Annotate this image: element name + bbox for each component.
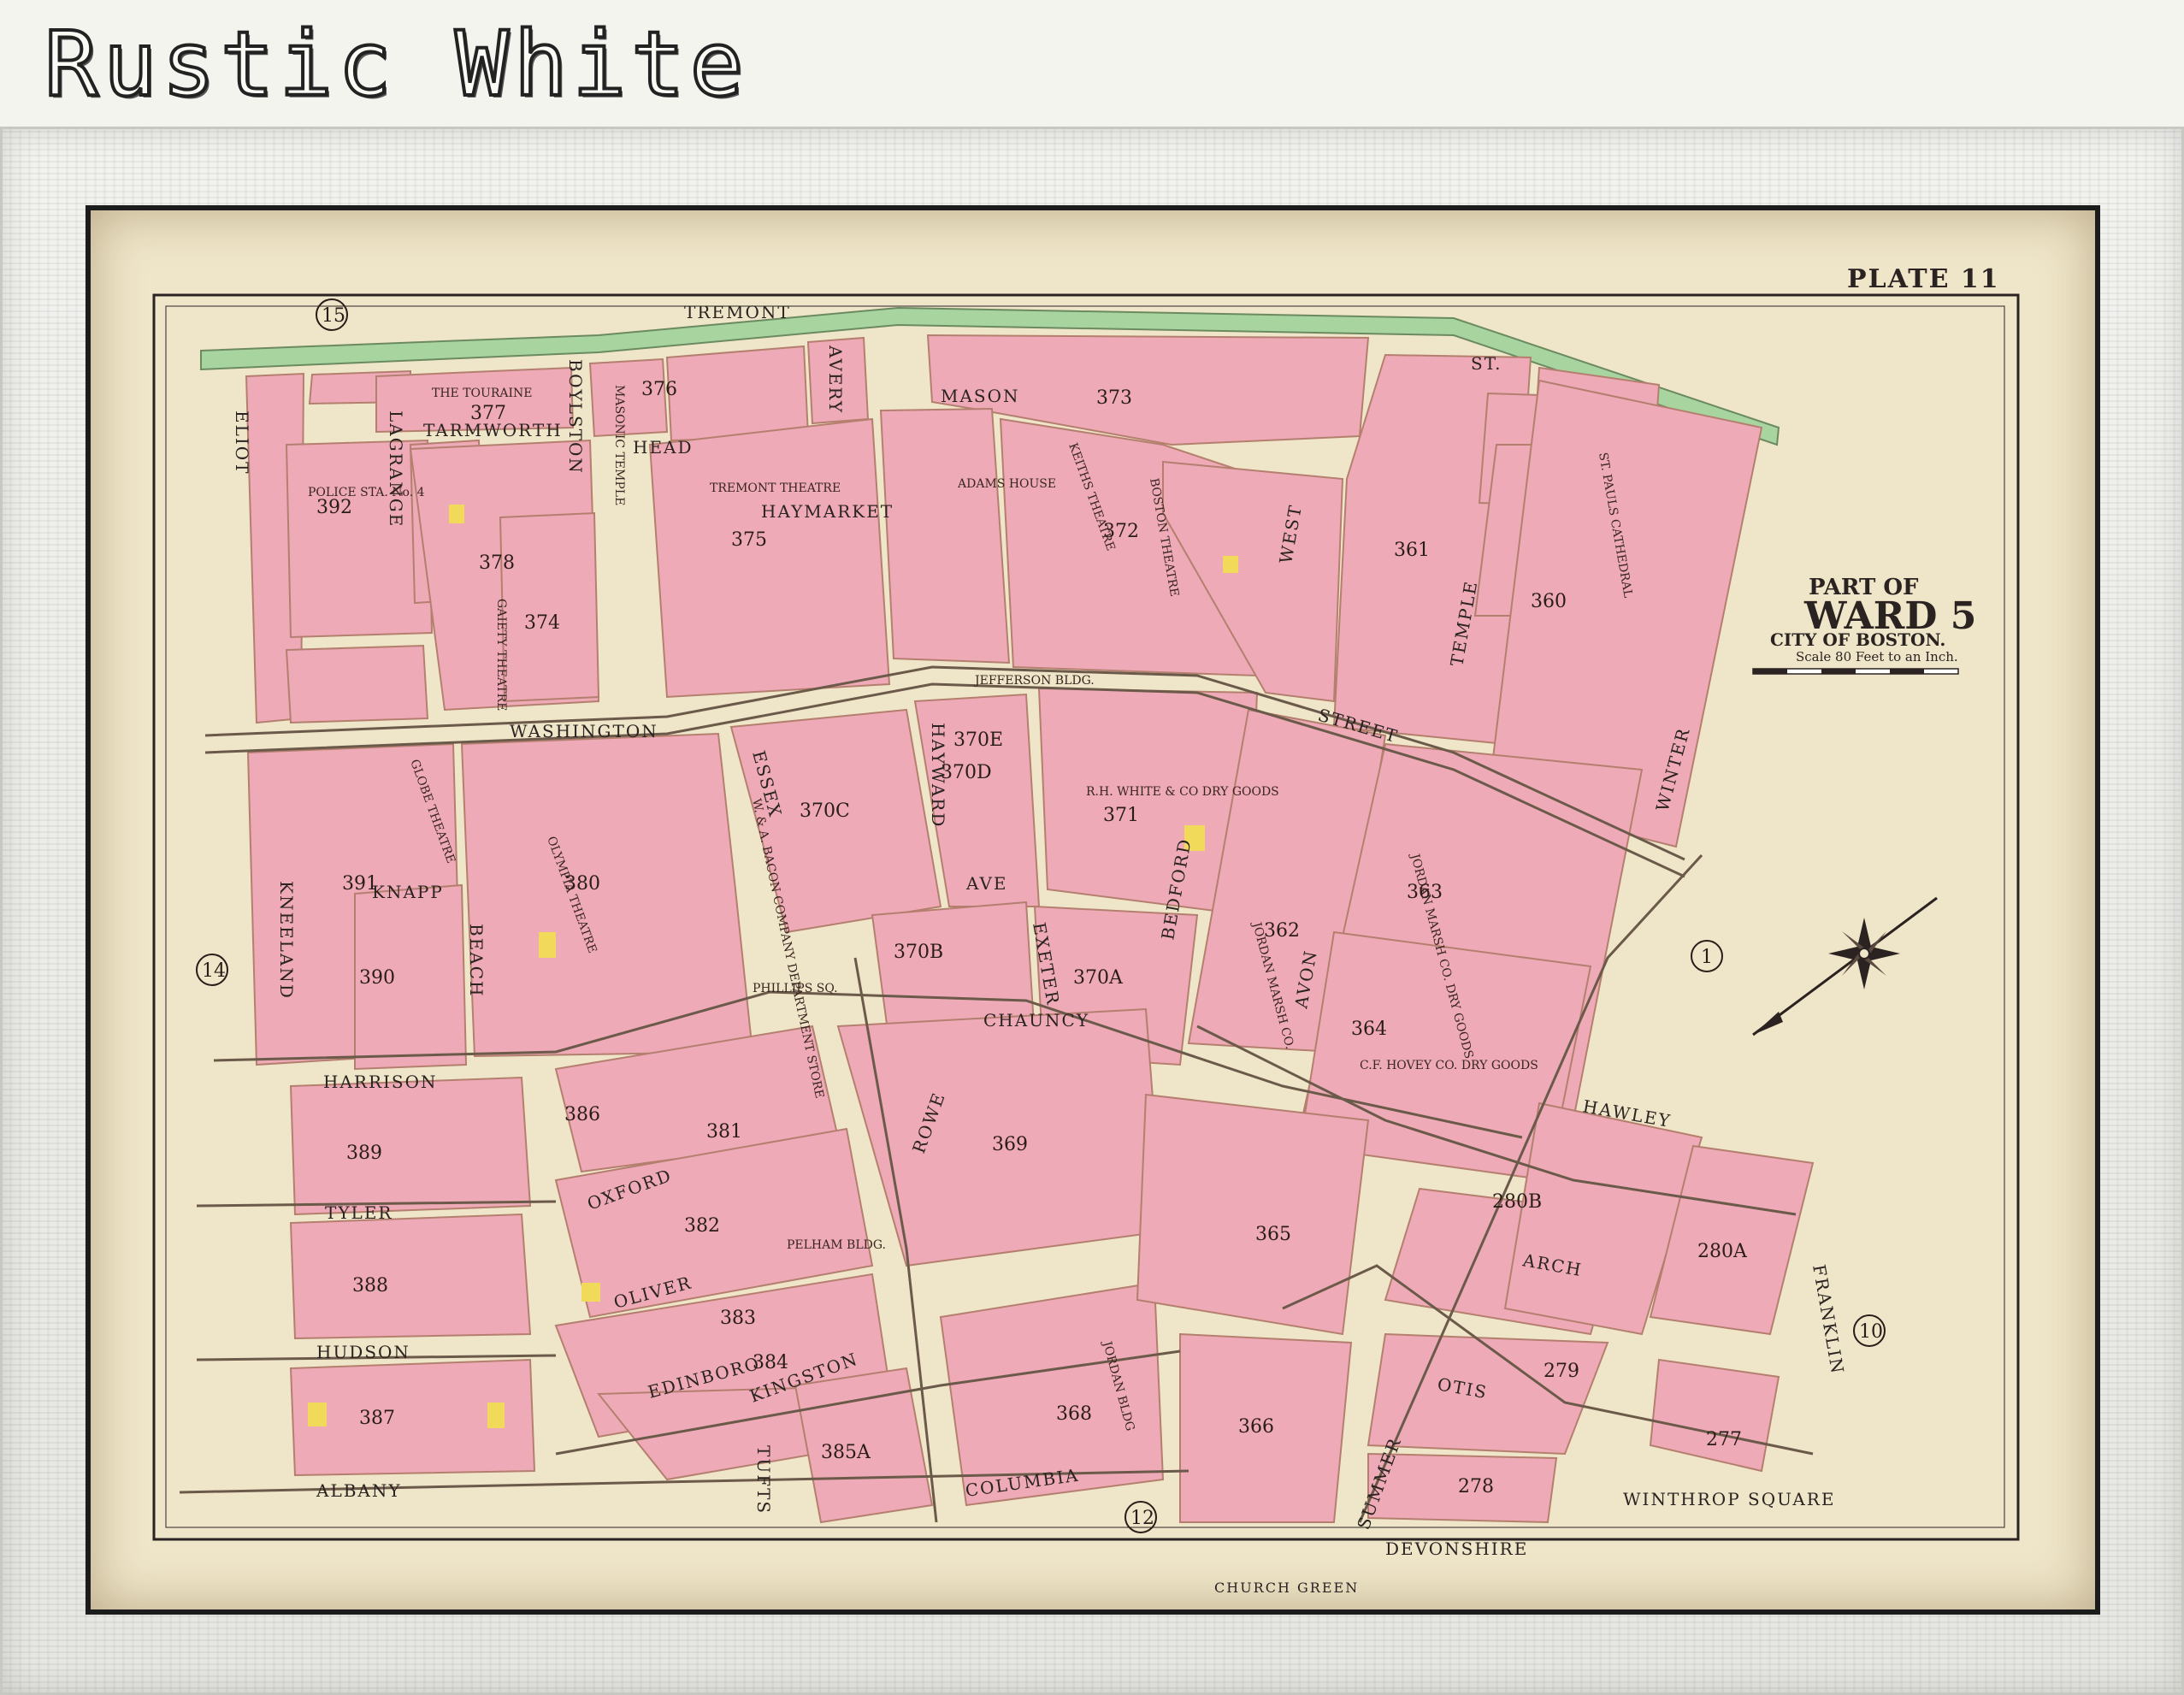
- lot-371: 371: [1103, 805, 1139, 826]
- street-tremont-st: ST.: [1471, 353, 1502, 374]
- lot-370d: 370D: [941, 762, 992, 783]
- bldg-adams-house: ADAMS HOUSE: [957, 477, 1056, 491]
- street-avery: AVERY: [825, 345, 846, 414]
- lot-384: 384: [753, 1352, 788, 1373]
- lot-365: 365: [1255, 1224, 1291, 1245]
- block-374: [499, 511, 600, 703]
- street-eliot: ELIOT: [232, 410, 252, 475]
- lot-380: 380: [564, 873, 600, 895]
- title-city: CITY OF BOSTON.: [1770, 629, 1945, 650]
- street-harrison: HARRISON: [323, 1072, 438, 1092]
- block-279: [1366, 1332, 1609, 1456]
- ward-10: 10: [1859, 1321, 1883, 1343]
- lot-280b: 280B: [1492, 1191, 1542, 1213]
- block-388: [289, 1213, 532, 1340]
- street-kneeland: KNEELAND: [276, 881, 297, 1000]
- bldg-tremont-theatre: TREMONT THEATRE: [710, 481, 841, 495]
- lot-369: 369: [992, 1134, 1028, 1155]
- lot-362: 362: [1264, 920, 1300, 942]
- block-277: [1649, 1358, 1780, 1473]
- lot-389: 389: [346, 1143, 382, 1164]
- lot-381: 381: [706, 1121, 742, 1143]
- lot-370c: 370C: [800, 800, 850, 822]
- ward-12: 12: [1130, 1508, 1154, 1529]
- street-ave: AVE: [965, 873, 1008, 894]
- title-block: PART OF WARD 5 CITY OF BOSTON. Scale 80 …: [1752, 575, 1976, 675]
- lot-370e: 370E: [953, 729, 1003, 751]
- block-365: [1136, 1093, 1370, 1336]
- street-tremont: TREMONT: [684, 302, 791, 322]
- lot-375: 375: [731, 529, 767, 551]
- street-franklin: FRANKLIN: [1809, 1263, 1848, 1377]
- lot-368: 368: [1056, 1403, 1092, 1425]
- lot-278: 278: [1458, 1476, 1494, 1497]
- lot-363: 363: [1407, 882, 1443, 903]
- atlas-map: TREMONT ST. ELIOT LAGRANGE TARMWORTH BOY…: [152, 264, 2020, 1596]
- street-hudson: HUDSON: [316, 1342, 410, 1362]
- street-head: HEAD: [633, 437, 694, 458]
- street-haymarket: HAYMARKET: [761, 501, 894, 522]
- street-devonshire: DEVONSHIRE: [1385, 1538, 1528, 1559]
- ward-15: 15: [322, 305, 345, 327]
- ward-1: 1: [1701, 947, 1713, 968]
- street-lagrange: LAGRANGE: [386, 410, 406, 528]
- bldg-pelham: PELHAM BLDG.: [787, 1238, 886, 1252]
- lot-372: 372: [1103, 521, 1139, 542]
- lot-391: 391: [342, 873, 378, 895]
- lot-378: 378: [479, 552, 515, 574]
- plate-label: PLATE 11: [1847, 264, 2000, 294]
- lot-370a: 370A: [1073, 967, 1124, 989]
- lot-280a: 280A: [1697, 1241, 1748, 1262]
- block-389: [289, 1076, 532, 1216]
- lot-364: 364: [1351, 1019, 1387, 1040]
- street-mason: MASON: [941, 386, 1020, 406]
- street-church-green: CHURCH GREEN: [1214, 1580, 1359, 1596]
- street-tufts: TUFTS: [753, 1445, 774, 1515]
- street-tyler: TYLER: [325, 1202, 393, 1223]
- lot-373: 373: [1096, 387, 1132, 409]
- lot-277: 277: [1706, 1429, 1742, 1450]
- ward-14: 14: [202, 960, 226, 982]
- scale-bar: [1752, 668, 1959, 675]
- lot-385a: 385A: [821, 1442, 871, 1463]
- street-albany: ALBANY: [316, 1480, 402, 1501]
- street-knapp: KNAPP: [372, 882, 444, 902]
- bldg-rh-white: R.H. WHITE & CO DRY GOODS: [1086, 785, 1279, 799]
- block-washington-sw: [285, 644, 429, 724]
- bldg-masonic: MASONIC TEMPLE: [612, 385, 626, 505]
- street-boylston: BOYLSTON: [565, 359, 586, 475]
- block-376: [665, 345, 810, 442]
- lot-387: 387: [359, 1408, 395, 1429]
- lot-390: 390: [359, 967, 395, 989]
- bldg-hovey: C.F. HOVEY CO. DRY GOODS: [1360, 1059, 1538, 1072]
- lot-388: 388: [352, 1275, 388, 1296]
- bldg-touraine: THE TOURAINE: [432, 387, 532, 400]
- street-chauncy: CHAUNCY: [983, 1010, 1089, 1031]
- street-beach: BEACH: [466, 924, 487, 997]
- title-scale: Scale 80 Feet to an Inch.: [1796, 649, 1958, 664]
- block-adams: [879, 407, 1011, 664]
- lot-360: 360: [1531, 591, 1567, 612]
- lot-377: 377: [470, 403, 506, 424]
- lot-386: 386: [564, 1104, 600, 1125]
- lot-383: 383: [720, 1308, 756, 1329]
- block-police-392: [285, 439, 434, 639]
- block-375: [648, 417, 891, 699]
- bldg-jefferson: JEFFERSON BLDG.: [973, 674, 1095, 688]
- lot-376: 376: [641, 379, 677, 400]
- lot-382: 382: [684, 1215, 720, 1237]
- bldg-gaiety: GAIETY THEATRE: [494, 599, 508, 711]
- street-washington: WASHINGTON: [510, 721, 658, 741]
- lot-279: 279: [1544, 1361, 1579, 1382]
- lot-361: 361: [1394, 540, 1430, 561]
- street-winthrop-square: WINTHROP SQUARE: [1623, 1489, 1835, 1509]
- lot-370b: 370B: [894, 942, 943, 963]
- compass-rose-icon: [1752, 896, 1938, 1036]
- lot-374: 374: [524, 612, 560, 634]
- lot-366: 366: [1238, 1416, 1274, 1438]
- lot-392: 392: [316, 497, 352, 518]
